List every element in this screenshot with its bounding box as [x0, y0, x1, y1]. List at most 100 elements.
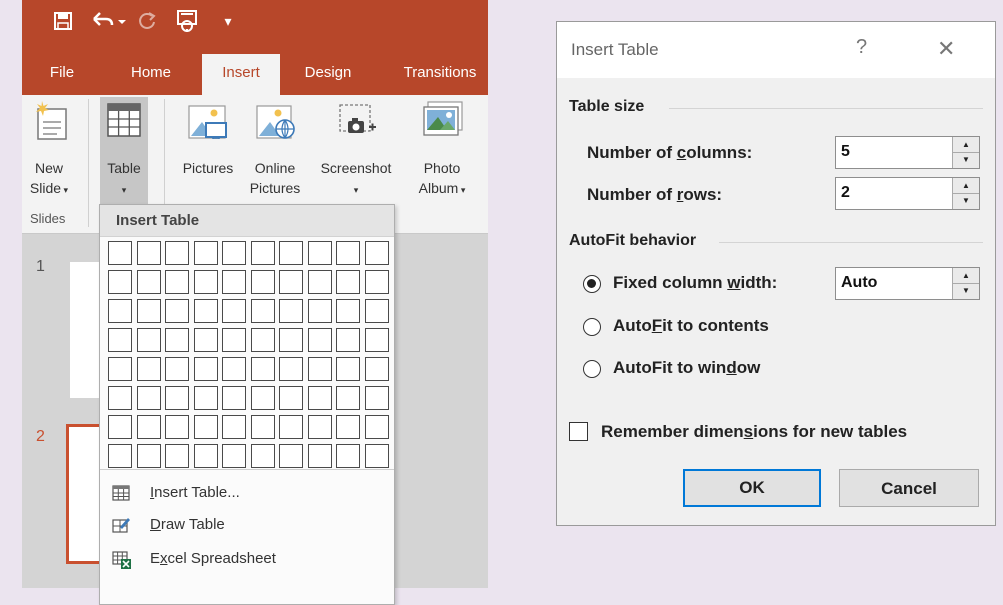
- table-grid-cell[interactable]: [193, 328, 218, 352]
- table-grid-cell[interactable]: [364, 328, 389, 352]
- table-grid-cell[interactable]: [250, 270, 275, 294]
- table-grid-cell[interactable]: [336, 386, 360, 410]
- table-grid-cell[interactable]: [250, 444, 275, 468]
- table-grid-cell[interactable]: [364, 299, 389, 323]
- table-grid-cell[interactable]: [108, 357, 132, 381]
- table-grid-cell[interactable]: [250, 415, 275, 439]
- table-grid-cell[interactable]: [165, 299, 189, 323]
- table-grid-cell[interactable]: [136, 415, 161, 439]
- start-from-beginning-icon[interactable]: [172, 4, 202, 38]
- cancel-button[interactable]: Cancel: [839, 469, 979, 507]
- draw-table-menu-item[interactable]: Draw Table: [108, 511, 386, 539]
- table-grid-cell[interactable]: [307, 415, 332, 439]
- table-grid-cell[interactable]: [193, 357, 218, 381]
- table-grid-cell[interactable]: [336, 357, 360, 381]
- table-grid-cell[interactable]: [279, 444, 303, 468]
- table-grid-cell[interactable]: [193, 386, 218, 410]
- table-grid-cell[interactable]: [108, 444, 132, 468]
- spin-up-icon[interactable]: ▲: [953, 268, 979, 284]
- spin-down-icon[interactable]: ▼: [953, 283, 979, 298]
- table-grid-cell[interactable]: [307, 241, 332, 265]
- table-grid-cell[interactable]: [364, 444, 389, 468]
- table-grid-cell[interactable]: [165, 415, 189, 439]
- table-grid-cell[interactable]: [136, 386, 161, 410]
- table-grid-cell[interactable]: [250, 357, 275, 381]
- table-grid-cell[interactable]: [250, 328, 275, 352]
- table-grid-cell[interactable]: [364, 357, 389, 381]
- table-grid-cell[interactable]: [250, 386, 275, 410]
- table-grid-cell[interactable]: [307, 357, 332, 381]
- table-grid-cell[interactable]: [165, 444, 189, 468]
- tab-transitions[interactable]: Transitions: [392, 54, 488, 95]
- table-grid-cell[interactable]: [136, 241, 161, 265]
- table-grid-cell[interactable]: [136, 357, 161, 381]
- undo-icon[interactable]: [88, 4, 128, 38]
- tab-home[interactable]: Home: [120, 54, 182, 95]
- table-grid-cell[interactable]: [165, 357, 189, 381]
- table-grid-cell[interactable]: [336, 270, 360, 294]
- table-grid-cell[interactable]: [108, 299, 132, 323]
- table-grid-cell[interactable]: [307, 386, 332, 410]
- screenshot-button[interactable]: Screenshot ▾: [310, 95, 402, 207]
- customize-toolbar-icon[interactable]: ▾: [218, 4, 238, 38]
- table-grid-cell[interactable]: [307, 299, 332, 323]
- table-grid-cell[interactable]: [279, 270, 303, 294]
- table-grid-cell[interactable]: [165, 270, 189, 294]
- table-grid-cell[interactable]: [165, 328, 189, 352]
- table-grid-cell[interactable]: [222, 241, 246, 265]
- table-grid-cell[interactable]: [364, 241, 389, 265]
- autofit-contents-radio[interactable]: [583, 318, 601, 336]
- tab-insert[interactable]: Insert: [202, 54, 280, 95]
- table-grid-cell[interactable]: [136, 328, 161, 352]
- table-grid-cell[interactable]: [222, 270, 246, 294]
- table-grid-cell[interactable]: [108, 386, 132, 410]
- table-grid-cell[interactable]: [307, 270, 332, 294]
- table-grid-cell[interactable]: [108, 241, 132, 265]
- insert-table-menu-item[interactable]: Insert Table...: [108, 479, 386, 507]
- new-slide-button[interactable]: New Slide ▾: [26, 95, 72, 207]
- table-grid-cell[interactable]: [279, 299, 303, 323]
- table-grid-cell[interactable]: [222, 444, 246, 468]
- table-grid-cell[interactable]: [136, 299, 161, 323]
- spin-down-icon[interactable]: ▼: [953, 193, 979, 208]
- table-grid-cell[interactable]: [307, 328, 332, 352]
- fixed-width-spinner[interactable]: Auto ▲ ▼: [835, 267, 980, 300]
- table-grid-cell[interactable]: [336, 241, 360, 265]
- tab-file[interactable]: File: [42, 54, 82, 95]
- table-grid-cell[interactable]: [136, 444, 161, 468]
- columns-spinner[interactable]: 5 ▲ ▼: [835, 136, 980, 169]
- table-grid-cell[interactable]: [279, 357, 303, 381]
- excel-spreadsheet-menu-item[interactable]: Excel Spreadsheet: [108, 545, 386, 573]
- table-grid-cell[interactable]: [250, 241, 275, 265]
- table-grid-cell[interactable]: [336, 328, 360, 352]
- table-grid-cell[interactable]: [108, 270, 132, 294]
- table-grid-cell[interactable]: [193, 415, 218, 439]
- close-icon[interactable]: ✕: [937, 36, 955, 62]
- table-grid-cell[interactable]: [364, 386, 389, 410]
- table-grid-cell[interactable]: [364, 415, 389, 439]
- table-grid-cell[interactable]: [279, 415, 303, 439]
- spin-up-icon[interactable]: ▲: [953, 137, 979, 153]
- table-grid-cell[interactable]: [222, 328, 246, 352]
- spin-up-icon[interactable]: ▲: [953, 178, 979, 194]
- redo-icon[interactable]: [134, 4, 160, 38]
- photo-album-button[interactable]: Photo Album ▾: [406, 95, 478, 207]
- table-grid-cell[interactable]: [222, 299, 246, 323]
- pictures-button[interactable]: Pictures: [172, 95, 244, 207]
- table-grid-cell[interactable]: [222, 386, 246, 410]
- table-grid-cell[interactable]: [193, 241, 218, 265]
- table-grid-cell[interactable]: [336, 444, 360, 468]
- rows-spinner[interactable]: 2 ▲ ▼: [835, 177, 980, 210]
- table-grid-cell[interactable]: [250, 299, 275, 323]
- remember-dimensions-checkbox[interactable]: [569, 422, 588, 441]
- table-grid-cell[interactable]: [136, 270, 161, 294]
- table-grid-cell[interactable]: [279, 241, 303, 265]
- tab-design[interactable]: Design: [294, 54, 362, 95]
- table-grid-cell[interactable]: [165, 386, 189, 410]
- autofit-window-radio[interactable]: [583, 360, 601, 378]
- table-grid-cell[interactable]: [307, 444, 332, 468]
- help-button[interactable]: ?: [856, 36, 867, 59]
- spin-down-icon[interactable]: ▼: [953, 152, 979, 167]
- save-icon[interactable]: [50, 4, 76, 38]
- table-grid-cell[interactable]: [193, 270, 218, 294]
